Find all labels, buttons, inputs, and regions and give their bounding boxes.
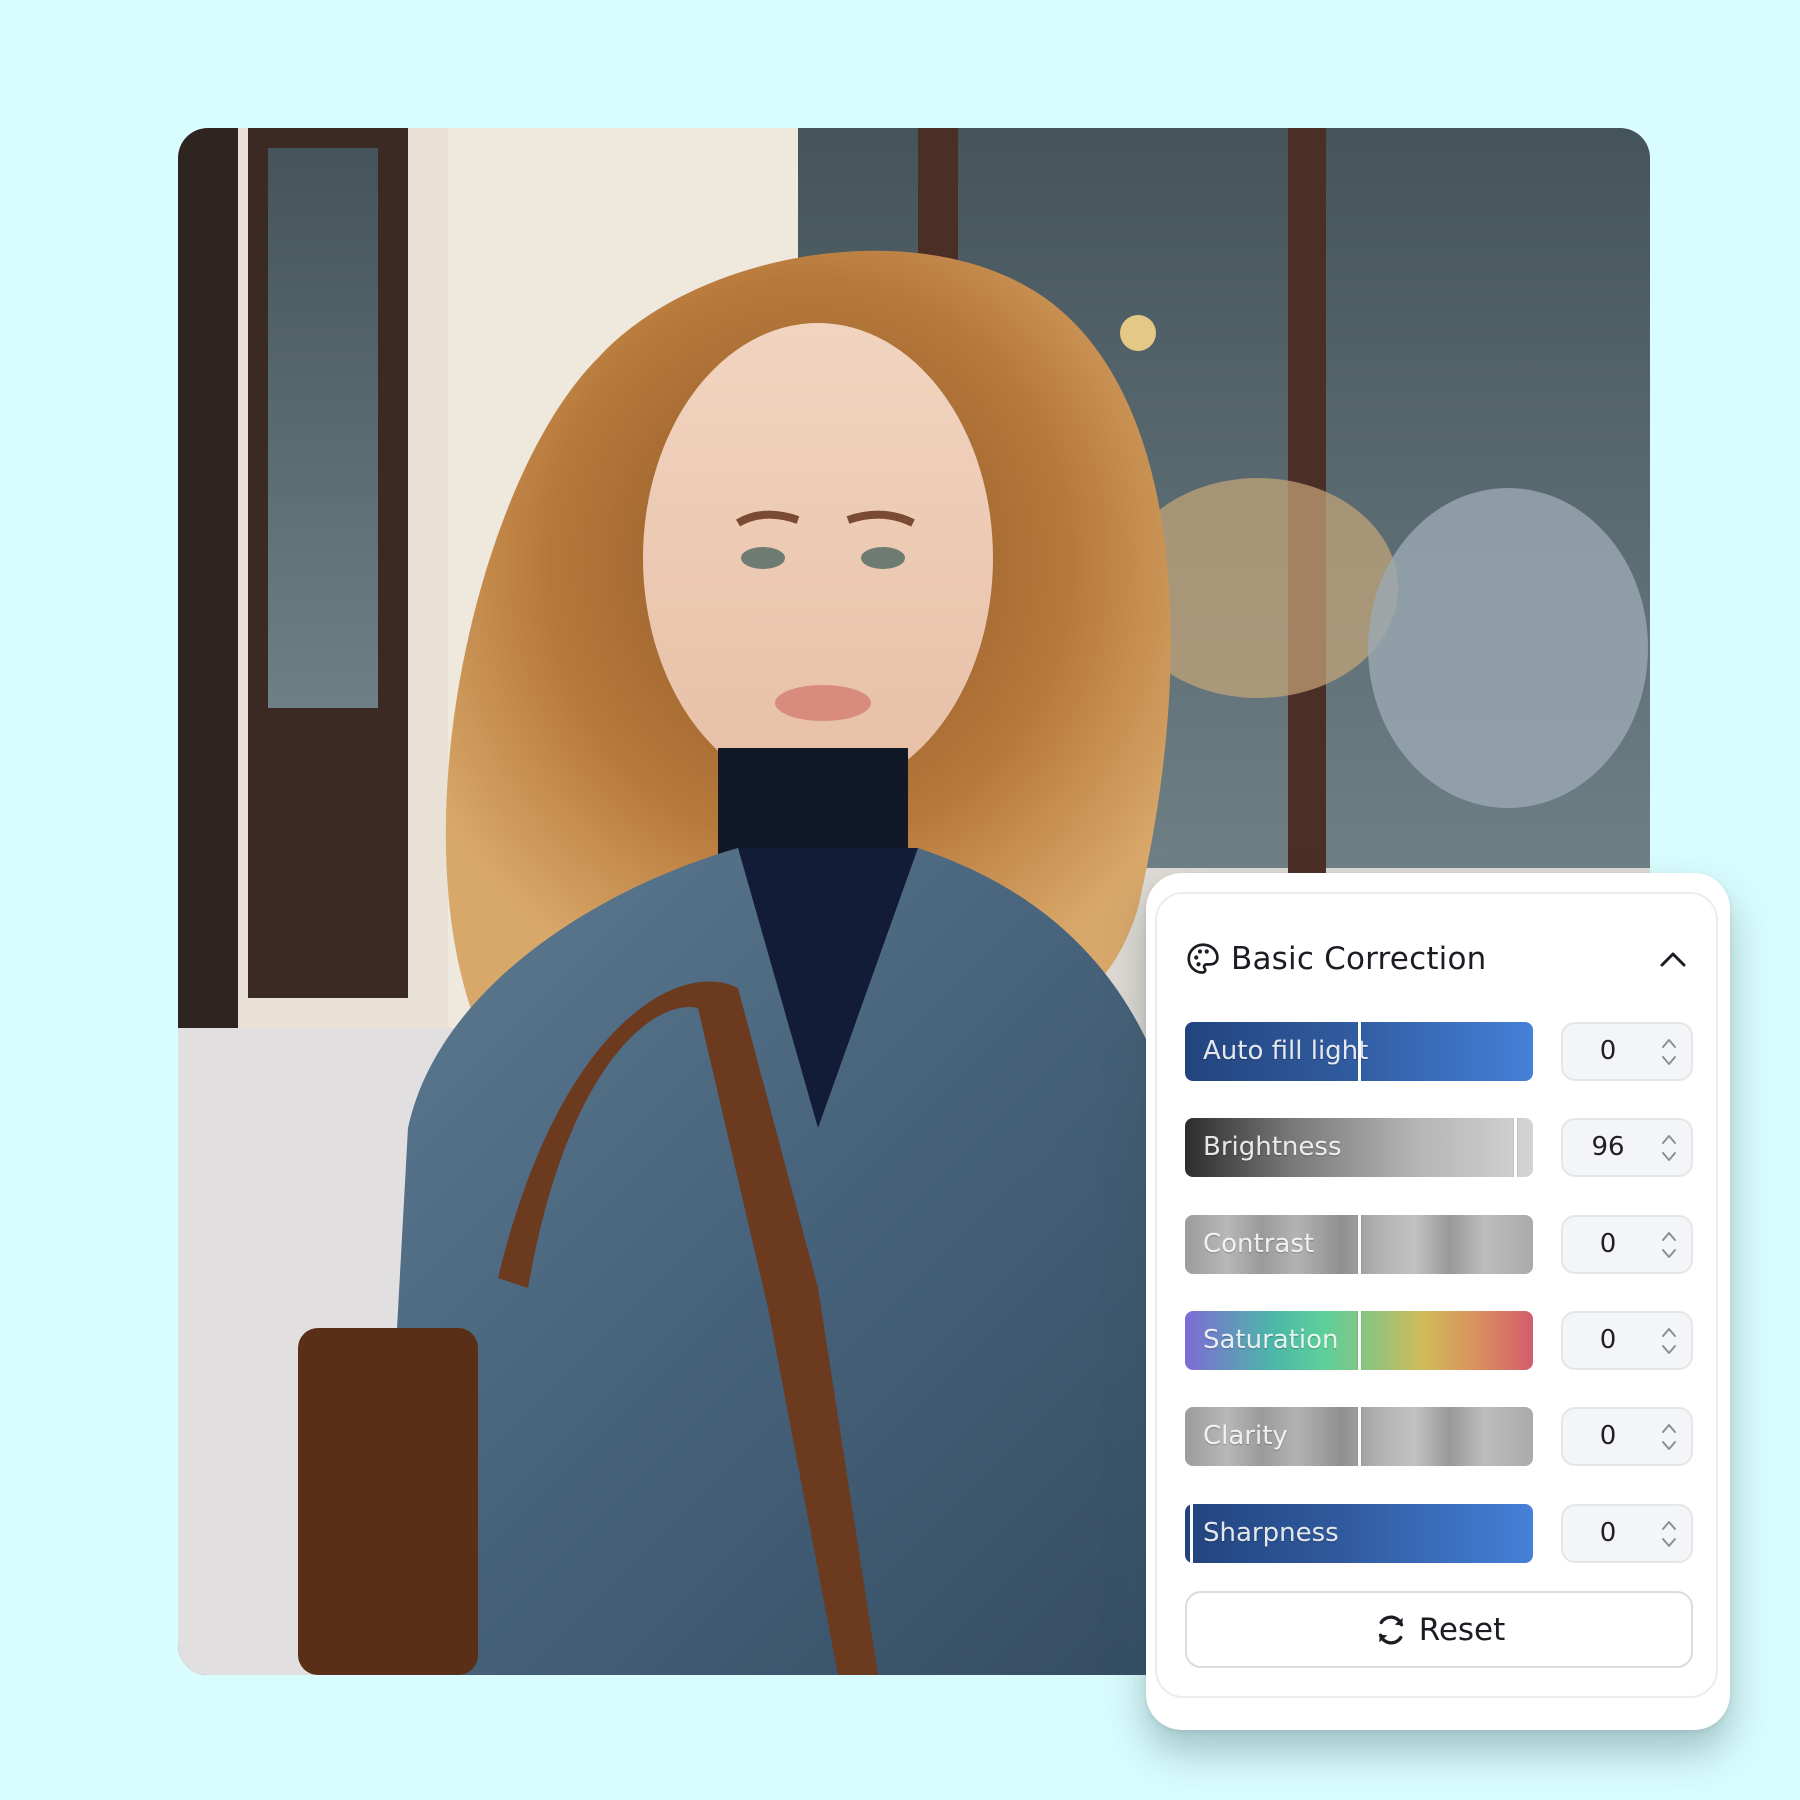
brightness-slider-thumb[interactable] bbox=[1514, 1118, 1517, 1177]
control-row-clarity: Clarity 0 bbox=[1185, 1407, 1693, 1466]
stepper-arrows-icon[interactable] bbox=[1659, 1226, 1679, 1264]
brightness-value[interactable]: 96 bbox=[1573, 1120, 1643, 1175]
saturation-slider[interactable]: Saturation bbox=[1185, 1311, 1533, 1370]
control-row-contrast: Contrast 0 bbox=[1185, 1215, 1693, 1274]
contrast-value[interactable]: 0 bbox=[1573, 1217, 1643, 1272]
sharpness-slider[interactable]: Sharpness bbox=[1185, 1504, 1533, 1563]
stepper-arrows-icon[interactable] bbox=[1659, 1129, 1679, 1167]
auto-fill-light-number-input[interactable]: 0 bbox=[1561, 1022, 1693, 1081]
control-row-brightness: Brightness 96 bbox=[1185, 1118, 1693, 1177]
auto-fill-light-slider[interactable]: Auto fill light bbox=[1185, 1022, 1533, 1081]
stepper-arrows-icon[interactable] bbox=[1659, 1515, 1679, 1553]
clarity-value[interactable]: 0 bbox=[1573, 1409, 1643, 1464]
control-row-auto-fill-light: Auto fill light 0 bbox=[1185, 1022, 1693, 1081]
contrast-slider[interactable]: Contrast bbox=[1185, 1215, 1533, 1274]
saturation-number-input[interactable]: 0 bbox=[1561, 1311, 1693, 1370]
basic-correction-panel: Basic Correction Auto fill light 0 Brightn… bbox=[1146, 873, 1730, 1730]
contrast-number-input[interactable]: 0 bbox=[1561, 1215, 1693, 1274]
panel-title: Basic Correction bbox=[1231, 941, 1487, 977]
sharpness-slider-thumb[interactable] bbox=[1190, 1504, 1193, 1563]
chevron-up-icon bbox=[1660, 952, 1686, 967]
palette-icon bbox=[1187, 943, 1219, 974]
brightness-slider[interactable]: Brightness bbox=[1185, 1118, 1533, 1177]
clarity-label: Clarity bbox=[1203, 1421, 1288, 1451]
refresh-icon bbox=[1378, 1615, 1403, 1644]
clarity-slider[interactable]: Clarity bbox=[1185, 1407, 1533, 1466]
saturation-slider-thumb[interactable] bbox=[1358, 1311, 1361, 1370]
sharpness-label: Sharpness bbox=[1203, 1518, 1339, 1548]
sharpness-value[interactable]: 0 bbox=[1573, 1506, 1643, 1561]
clarity-number-input[interactable]: 0 bbox=[1561, 1407, 1693, 1466]
brightness-label: Brightness bbox=[1203, 1132, 1342, 1162]
saturation-value[interactable]: 0 bbox=[1573, 1313, 1643, 1368]
saturation-label: Saturation bbox=[1203, 1325, 1339, 1355]
panel-card: Basic Correction Auto fill light 0 Brightn… bbox=[1155, 892, 1718, 1698]
sharpness-number-input[interactable]: 0 bbox=[1561, 1504, 1693, 1563]
auto-fill-light-label: Auto fill light bbox=[1203, 1036, 1369, 1066]
clarity-slider-thumb[interactable] bbox=[1358, 1407, 1361, 1466]
auto-fill-light-slider-thumb[interactable] bbox=[1358, 1022, 1361, 1081]
panel-header[interactable]: Basic Correction bbox=[1185, 934, 1690, 984]
reset-button[interactable]: Reset bbox=[1185, 1591, 1693, 1668]
collapse-button[interactable] bbox=[1656, 942, 1690, 976]
reset-label: Reset bbox=[1418, 1611, 1506, 1648]
stepper-arrows-icon[interactable] bbox=[1659, 1322, 1679, 1360]
stepper-arrows-icon[interactable] bbox=[1659, 1418, 1679, 1456]
contrast-slider-thumb[interactable] bbox=[1358, 1215, 1361, 1274]
brightness-number-input[interactable]: 96 bbox=[1561, 1118, 1693, 1177]
stepper-arrows-icon[interactable] bbox=[1659, 1033, 1679, 1071]
control-row-sharpness: Sharpness 0 bbox=[1185, 1504, 1693, 1563]
auto-fill-light-value[interactable]: 0 bbox=[1573, 1024, 1643, 1079]
contrast-label: Contrast bbox=[1203, 1229, 1315, 1259]
control-row-saturation: Saturation 0 bbox=[1185, 1311, 1693, 1370]
